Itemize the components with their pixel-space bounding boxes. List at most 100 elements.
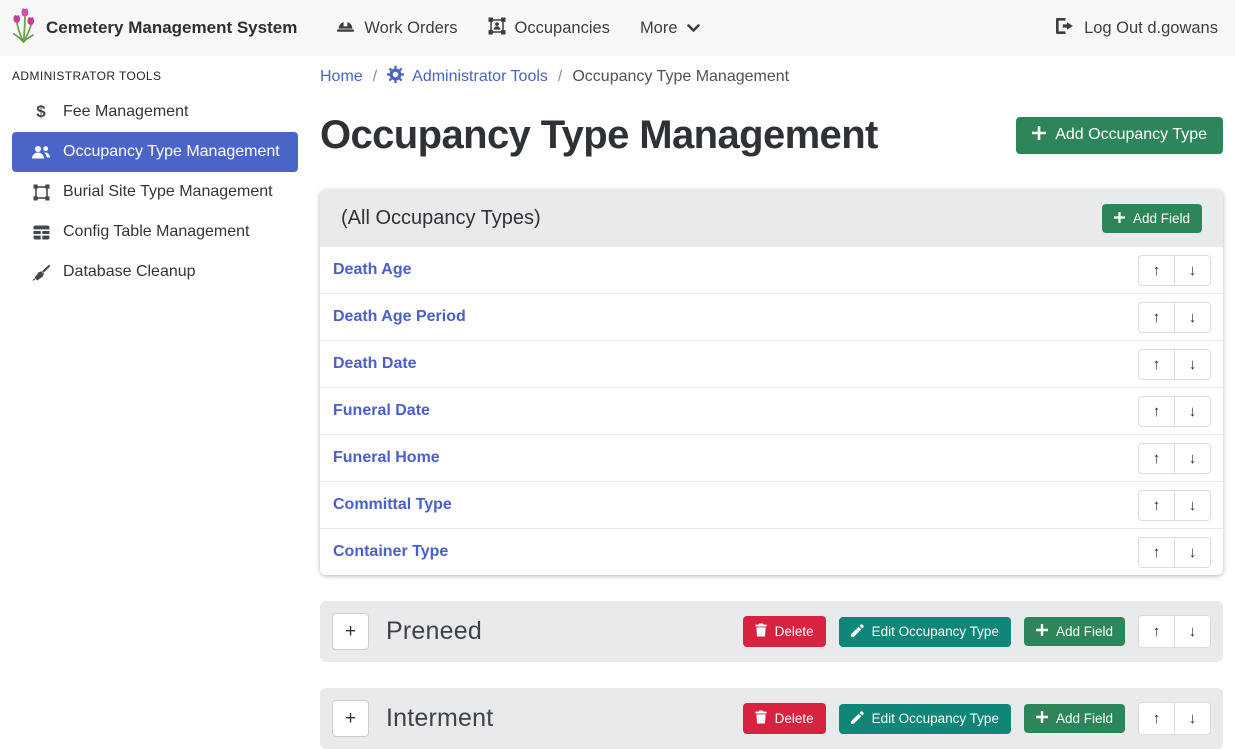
move-up-button[interactable]: ↑	[1138, 396, 1175, 427]
nav-work-orders[interactable]: Work Orders	[321, 0, 472, 56]
reorder-controls: ↑ ↓	[1138, 490, 1211, 521]
move-down-button[interactable]: ↓	[1174, 702, 1211, 735]
trash-icon	[755, 710, 767, 727]
pencil-icon	[851, 711, 864, 727]
delete-label: Delete	[775, 711, 814, 726]
expand-section-button[interactable]: +	[332, 613, 369, 650]
edit-occupancy-type-button[interactable]: Edit Occupancy Type	[839, 617, 1011, 647]
move-down-button[interactable]: ↓	[1174, 349, 1211, 380]
sidebar-item-burial-site-type-management[interactable]: Burial Site Type Management	[12, 172, 298, 212]
sidebar-heading: ADMINISTRATOR TOOLS	[12, 69, 308, 83]
breadcrumb: Home /	[320, 66, 1223, 88]
sidebar-item-occupancy-type-management[interactable]: Occupancy Type Management	[12, 132, 298, 172]
nav-occupancies[interactable]: Occupancies	[473, 0, 625, 56]
plus-icon	[1114, 211, 1125, 226]
all-occupancy-types-card: (All Occupancy Types) Add Field Death Ag…	[320, 190, 1223, 575]
move-down-button[interactable]: ↓	[1174, 302, 1211, 333]
field-row: Death Age Period ↑ ↓	[320, 293, 1223, 340]
sidebar-item-config-table-management[interactable]: Config Table Management	[12, 212, 298, 252]
gear-icon	[387, 66, 404, 88]
chevron-down-icon	[687, 19, 700, 38]
trash-icon	[755, 623, 767, 640]
frame-user-icon	[488, 17, 506, 40]
dollar-icon: $	[30, 102, 52, 122]
reorder-controls: ↑ ↓	[1138, 396, 1211, 427]
delete-button[interactable]: Delete	[743, 703, 826, 734]
field-link[interactable]: Committal Type	[333, 496, 452, 514]
field-row: Committal Type ↑ ↓	[320, 481, 1223, 528]
breadcrumb-separator: /	[373, 68, 377, 86]
add-occupancy-type-button[interactable]: Add Occupancy Type	[1016, 117, 1223, 154]
brand-link[interactable]: Cemetery Management System	[10, 7, 297, 49]
add-field-button[interactable]: Add Field	[1024, 617, 1125, 646]
breadcrumb-admin-tools[interactable]: Administrator Tools	[387, 66, 548, 88]
field-row: Funeral Date ↑ ↓	[320, 387, 1223, 434]
move-down-button[interactable]: ↓	[1174, 615, 1211, 648]
page-header: Occupancy Type Management Add Occupancy …	[320, 110, 1223, 160]
reorder-controls: ↑ ↓	[1138, 443, 1211, 474]
sidebar-item-fee-management[interactable]: $ Fee Management	[12, 92, 298, 132]
delete-label: Delete	[775, 624, 814, 639]
field-link[interactable]: Death Date	[333, 355, 417, 373]
move-up-button[interactable]: ↑	[1138, 490, 1175, 521]
sidebar-item-database-cleanup[interactable]: Database Cleanup	[12, 252, 298, 292]
expand-section-button[interactable]: +	[332, 700, 369, 737]
move-up-button[interactable]: ↑	[1138, 537, 1175, 568]
sign-out-icon	[1056, 18, 1075, 39]
sidebar: ADMINISTRATOR TOOLS $ Fee Management Occ…	[0, 56, 320, 738]
move-down-button[interactable]: ↓	[1174, 255, 1211, 286]
move-up-button[interactable]: ↑	[1138, 255, 1175, 286]
move-down-button[interactable]: ↓	[1174, 396, 1211, 427]
field-link[interactable]: Funeral Home	[333, 449, 440, 467]
move-down-button[interactable]: ↓	[1174, 537, 1211, 568]
sidebar-item-label: Fee Management	[63, 103, 188, 121]
plus-icon	[1036, 711, 1048, 726]
breadcrumb-admin-tools-label: Administrator Tools	[412, 68, 548, 86]
move-up-button[interactable]: ↑	[1138, 349, 1175, 380]
plus-icon	[1036, 624, 1048, 639]
logout-link[interactable]: Log Out d.gowans	[1056, 18, 1218, 39]
breadcrumb-home[interactable]: Home	[320, 68, 363, 86]
reorder-controls: ↑ ↓	[1138, 615, 1211, 648]
section-actions: Delete Edit Occupancy Type Add	[743, 615, 1211, 648]
edit-occupancy-type-label: Edit Occupancy Type	[872, 711, 999, 726]
edit-occupancy-type-label: Edit Occupancy Type	[872, 624, 999, 639]
top-navbar: Cemetery Management System Work Orders	[0, 0, 1235, 56]
edit-occupancy-type-button[interactable]: Edit Occupancy Type	[839, 704, 1011, 734]
field-link[interactable]: Death Age Period	[333, 308, 466, 326]
add-field-label: Add Field	[1056, 624, 1113, 639]
section-title: Preneed	[386, 617, 482, 646]
nav-occupancies-label: Occupancies	[515, 19, 610, 38]
field-link[interactable]: Container Type	[333, 543, 448, 561]
sidebar-item-label: Burial Site Type Management	[63, 183, 273, 201]
field-link[interactable]: Death Age	[333, 261, 412, 279]
reorder-controls: ↑ ↓	[1138, 702, 1211, 735]
vector-square-icon	[30, 184, 52, 201]
field-link[interactable]: Funeral Date	[333, 402, 430, 420]
reorder-controls: ↑ ↓	[1138, 302, 1211, 333]
breadcrumb-current: Occupancy Type Management	[572, 68, 789, 86]
add-field-button[interactable]: Add Field	[1024, 704, 1125, 733]
nav-more-label: More	[640, 19, 678, 38]
move-up-button[interactable]: ↑	[1138, 443, 1175, 474]
delete-button[interactable]: Delete	[743, 616, 826, 647]
plus-icon	[1032, 126, 1046, 145]
reorder-controls: ↑ ↓	[1138, 349, 1211, 380]
table-icon	[30, 225, 52, 240]
move-up-button[interactable]: ↑	[1138, 302, 1175, 333]
reorder-controls: ↑ ↓	[1138, 537, 1211, 568]
nav-more[interactable]: More	[625, 0, 715, 56]
add-field-button[interactable]: Add Field	[1102, 204, 1202, 233]
reorder-controls: ↑ ↓	[1138, 255, 1211, 286]
move-up-button[interactable]: ↑	[1138, 615, 1175, 648]
broom-icon	[30, 264, 52, 281]
pencil-icon	[851, 624, 864, 640]
move-up-button[interactable]: ↑	[1138, 702, 1175, 735]
move-down-button[interactable]: ↓	[1174, 443, 1211, 474]
move-down-button[interactable]: ↓	[1174, 490, 1211, 521]
sidebar-item-label: Occupancy Type Management	[63, 143, 280, 161]
logout-label: Log Out d.gowans	[1084, 19, 1218, 38]
field-row: Funeral Home ↑ ↓	[320, 434, 1223, 481]
add-field-label: Add Field	[1056, 711, 1113, 726]
page-title: Occupancy Type Management	[320, 110, 878, 160]
